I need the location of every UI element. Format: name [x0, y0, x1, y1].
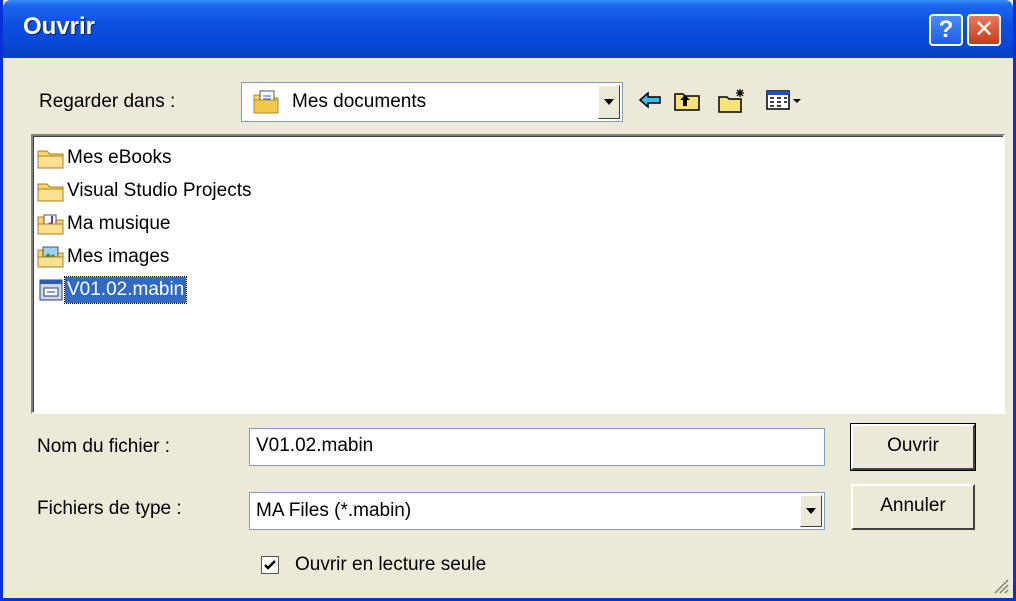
filetype-label: Fichiers de type :	[37, 498, 182, 519]
open-button[interactable]: Ouvrir	[850, 423, 976, 471]
file-name: Ma musique	[67, 213, 171, 234]
list-item[interactable]: Mes eBooks	[37, 144, 174, 172]
list-item-selected[interactable]: V01.02.mabin	[37, 276, 188, 304]
music-folder-icon	[37, 212, 65, 236]
file-icon	[37, 278, 65, 302]
chevron-down-icon	[806, 508, 816, 514]
lookin-label: Regarder dans :	[39, 91, 176, 112]
close-button[interactable]: ✕	[967, 14, 1001, 46]
list-item[interactable]: Mes images	[37, 243, 171, 271]
help-button[interactable]: ?	[929, 14, 963, 46]
file-name: Visual Studio Projects	[67, 180, 252, 201]
file-name: Mes images	[67, 246, 170, 267]
file-name: V01.02.mabin	[63, 276, 188, 304]
readonly-label[interactable]: Ouvrir en lecture seule	[295, 554, 486, 576]
open-file-dialog: Ouvrir ? ✕ Regarder dans : Mes documents	[0, 0, 1016, 601]
readonly-checkbox[interactable]	[261, 556, 279, 574]
lookin-value: Mes documents	[292, 91, 427, 112]
new-folder-icon[interactable]	[717, 88, 747, 120]
filetype-dropdown-button[interactable]	[800, 495, 822, 527]
view-menu-icon[interactable]	[765, 88, 803, 118]
list-item[interactable]: Ma musique	[37, 210, 173, 238]
lookin-dropdown-button[interactable]	[598, 85, 620, 119]
folder-icon	[37, 179, 65, 203]
filename-label: Nom du fichier :	[37, 436, 171, 457]
file-list[interactable]: Mes eBooks Visual Studio Projects Ma mus…	[31, 134, 1005, 414]
chevron-down-icon	[604, 99, 614, 105]
filetype-value: MA Files (*.mabin)	[256, 500, 412, 521]
filetype-combo[interactable]: MA Files (*.mabin)	[249, 492, 825, 530]
title-bar[interactable]: Ouvrir ? ✕	[3, 0, 1013, 58]
file-name: Mes eBooks	[67, 147, 172, 168]
back-arrow-icon[interactable]	[637, 88, 663, 118]
documents-folder-icon	[252, 89, 280, 121]
cancel-button[interactable]: Annuler	[851, 484, 975, 530]
list-item[interactable]: Visual Studio Projects	[37, 177, 253, 205]
pictures-folder-icon	[37, 245, 65, 269]
lookin-combo[interactable]: Mes documents	[241, 82, 623, 122]
checkmark-icon	[264, 560, 276, 570]
resize-grip-icon[interactable]	[991, 576, 1009, 594]
filename-input[interactable]: V01.02.mabin	[249, 428, 825, 466]
window-title: Ouvrir	[23, 13, 96, 40]
folder-up-icon[interactable]	[673, 88, 701, 118]
folder-icon	[37, 146, 65, 170]
